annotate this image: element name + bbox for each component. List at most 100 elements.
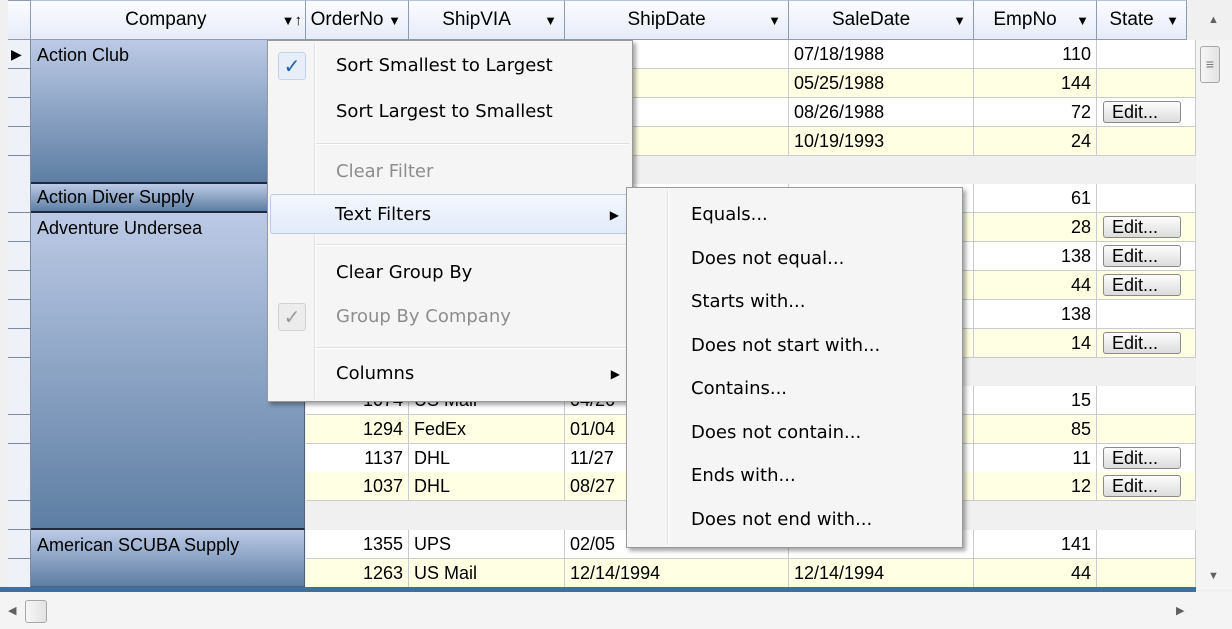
menu-item-sort-ascending[interactable]: ✓ Sort Smallest to Largest — [270, 46, 630, 86]
cell-saledate[interactable]: 07/18/1988 — [789, 40, 974, 69]
cell-emp[interactable]: 141 — [974, 530, 1097, 559]
menu-item-clear-group-by[interactable]: Clear Group By — [270, 253, 630, 293]
cell-emp[interactable]: 110 — [974, 40, 1097, 69]
cell-emp[interactable]: 28 — [974, 213, 1097, 242]
cell-ship[interactable]: UPS — [409, 530, 565, 559]
column-header-empno[interactable]: EmpNo ▼ — [974, 0, 1097, 40]
cell-emp[interactable]: 138 — [974, 242, 1097, 271]
filter-dropdown-icon[interactable]: ▼ — [1076, 13, 1089, 28]
row-indicator[interactable] — [8, 329, 31, 358]
column-header-shipdate[interactable]: ShipDate ▼ — [565, 0, 789, 40]
vertical-scroll-thumb[interactable]: ≡ — [1200, 46, 1220, 83]
cell-state[interactable]: Edit... — [1097, 213, 1196, 242]
row-indicator[interactable] — [8, 415, 31, 444]
cell-state[interactable]: Edit... — [1097, 329, 1196, 358]
cell-emp[interactable]: 11 — [974, 444, 1097, 473]
row-indicator[interactable] — [8, 184, 31, 213]
cell-ship[interactable]: FedEx — [409, 415, 565, 444]
scroll-left-icon[interactable]: ◀ — [8, 604, 16, 617]
cell-order[interactable]: 1137 — [306, 444, 409, 473]
cell-emp[interactable]: 72 — [974, 98, 1097, 127]
filter-dropdown-icon[interactable]: ▼ — [544, 13, 557, 28]
cell-ship[interactable]: DHL — [409, 472, 565, 501]
cell-state[interactable]: Edit... — [1097, 98, 1196, 127]
row-indicator[interactable] — [8, 300, 31, 329]
filter-dropdown-icon[interactable]: ▼ — [388, 13, 401, 28]
cell-ship[interactable]: DHL — [409, 444, 565, 473]
edit-button[interactable]: Edit... — [1103, 447, 1181, 469]
cell-saledate[interactable]: 05/25/1988 — [789, 69, 974, 98]
group-cell-action-club[interactable]: Action Club — [31, 40, 305, 184]
row-indicator[interactable] — [8, 213, 31, 242]
column-header-saledate[interactable]: SaleDate ▼ — [789, 0, 974, 40]
menu-item-columns[interactable]: Columns ▶ — [270, 354, 630, 394]
column-header-orderno[interactable]: OrderNo ▼ — [306, 0, 409, 40]
row-indicator[interactable] — [8, 386, 31, 415]
column-header-company[interactable]: Company ▼ ↑ — [31, 0, 306, 40]
scroll-down-icon[interactable]: ▼ — [1208, 570, 1219, 582]
filter-dropdown-icon[interactable]: ▼ — [1166, 13, 1179, 28]
filter-option-does-not-contain[interactable]: Does not contain... — [629, 414, 960, 452]
filter-option-ends-with[interactable]: Ends with... — [629, 457, 960, 495]
group-cell-action-diver-supply[interactable]: Action Diver Supply — [31, 184, 305, 213]
edit-button[interactable]: Edit... — [1103, 274, 1181, 296]
cell-state[interactable] — [1097, 127, 1196, 156]
cell-emp[interactable]: 144 — [974, 69, 1097, 98]
cell-emp[interactable]: 14 — [974, 329, 1097, 358]
row-indicator[interactable] — [8, 69, 31, 98]
group-cell-american-scuba-supply[interactable]: American SCUBA Supply — [31, 530, 305, 587]
horizontal-scrollbar[interactable]: ◀ ▶ — [0, 592, 1232, 629]
cell-emp[interactable]: 85 — [974, 415, 1097, 444]
menu-item-sort-descending[interactable]: Sort Largest to Smallest — [270, 92, 630, 132]
scroll-right-icon[interactable]: ▶ — [1176, 604, 1184, 617]
filter-option-does-not-end-with[interactable]: Does not end with... — [629, 501, 960, 539]
cell-emp[interactable]: 138 — [974, 300, 1097, 329]
cell-order[interactable]: 1263 — [306, 559, 409, 588]
filter-option-equals[interactable]: Equals... — [629, 196, 960, 234]
row-indicator[interactable] — [8, 127, 31, 156]
cell-state[interactable] — [1097, 559, 1196, 588]
edit-button[interactable]: Edit... — [1103, 245, 1181, 267]
row-indicator[interactable] — [8, 271, 31, 300]
cell-emp[interactable]: 61 — [974, 184, 1097, 213]
cell-emp[interactable]: 12 — [974, 472, 1097, 501]
filter-option-starts-with[interactable]: Starts with... — [629, 283, 960, 321]
cell-state[interactable] — [1097, 530, 1196, 559]
cell-state[interactable]: Edit... — [1097, 444, 1196, 473]
cell-state[interactable] — [1097, 300, 1196, 329]
cell-emp[interactable]: 44 — [974, 559, 1097, 588]
filter-dropdown-icon[interactable]: ▼ — [768, 13, 781, 28]
filter-option-does-not-start-with[interactable]: Does not start with... — [629, 327, 960, 365]
cell-state[interactable]: Edit... — [1097, 472, 1196, 501]
cell-saledate[interactable]: 10/19/1993 — [789, 127, 974, 156]
row-indicator[interactable] — [8, 501, 31, 530]
cell-state[interactable]: Edit... — [1097, 271, 1196, 300]
cell-state[interactable] — [1097, 415, 1196, 444]
row-indicator[interactable] — [8, 358, 31, 387]
cell-state[interactable] — [1097, 69, 1196, 98]
row-indicator[interactable] — [8, 444, 31, 473]
cell-emp[interactable]: 24 — [974, 127, 1097, 156]
row-indicator[interactable] — [8, 242, 31, 271]
filter-dropdown-icon[interactable]: ▼ — [953, 13, 966, 28]
vertical-scrollbar[interactable]: ▲ ≡ ▼ — [1196, 14, 1232, 589]
scroll-up-icon[interactable]: ▲ — [1208, 14, 1219, 26]
column-header-shipvia[interactable]: ShipVIA ▼ — [409, 0, 565, 40]
row-indicator-current[interactable]: ▶ — [8, 40, 31, 69]
cell-emp[interactable]: 44 — [974, 271, 1097, 300]
cell-order[interactable]: 1294 — [306, 415, 409, 444]
cell-state[interactable] — [1097, 386, 1196, 415]
row-indicator[interactable] — [8, 98, 31, 127]
filter-option-does-not-equal[interactable]: Does not equal... — [629, 240, 960, 278]
edit-button[interactable]: Edit... — [1103, 216, 1181, 238]
cell-order[interactable]: 1037 — [306, 472, 409, 501]
filter-dropdown-icon[interactable]: ▼ — [282, 13, 295, 28]
cell-saledate[interactable]: 08/26/1988 — [789, 98, 974, 127]
cell-state[interactable]: Edit... — [1097, 242, 1196, 271]
row-indicator[interactable] — [8, 559, 31, 588]
horizontal-scroll-thumb[interactable] — [25, 600, 47, 623]
edit-button[interactable]: Edit... — [1103, 475, 1181, 497]
column-header-state[interactable]: State ▼ — [1097, 0, 1187, 40]
filter-option-contains[interactable]: Contains... — [629, 370, 960, 408]
cell-order[interactable]: 1355 — [306, 530, 409, 559]
